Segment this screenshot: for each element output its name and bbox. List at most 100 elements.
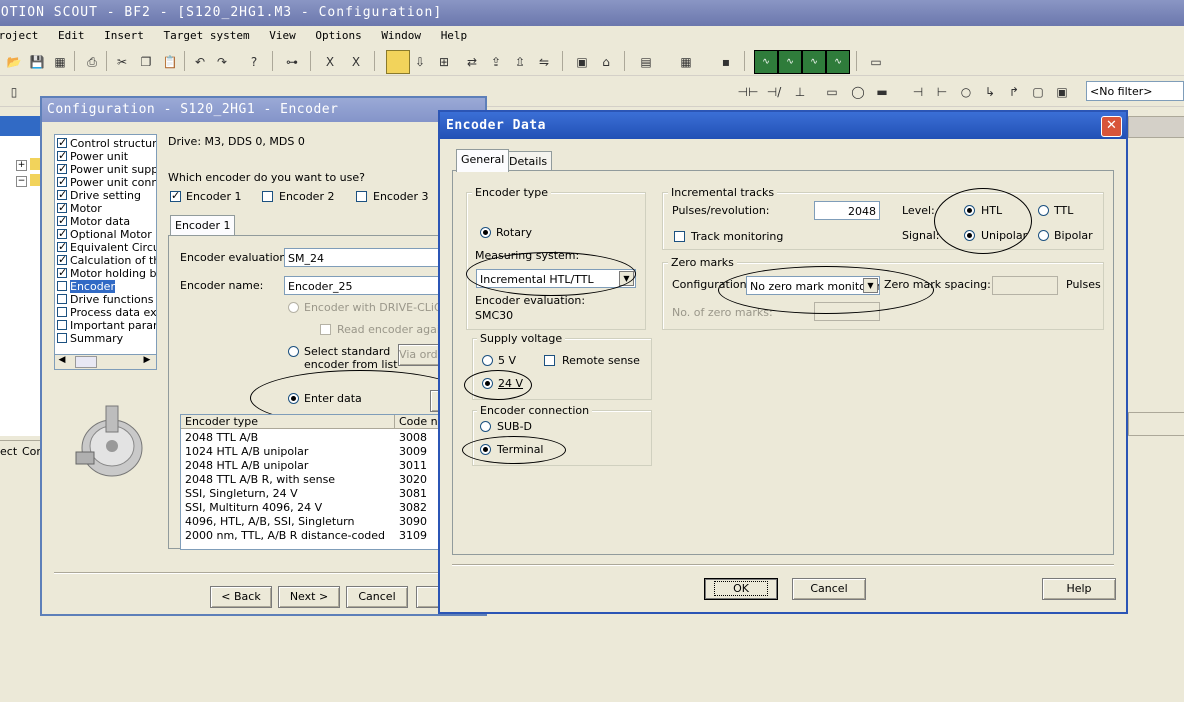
config-step-item[interactable]: Power unit connect bbox=[57, 175, 156, 189]
text-xe-icon[interactable]: X bbox=[344, 50, 368, 74]
online-icon[interactable]: ⊶ bbox=[280, 50, 304, 74]
col-encoder-type[interactable]: Encoder type bbox=[181, 415, 395, 429]
help-context-icon[interactable]: ? bbox=[242, 50, 266, 74]
config-step-item[interactable]: Motor data bbox=[57, 214, 130, 228]
config-step-item[interactable]: Process data exch bbox=[57, 306, 156, 319]
devices-icon[interactable]: ▣ bbox=[570, 50, 594, 74]
page-icon[interactable]: ▯ bbox=[2, 80, 26, 104]
supply-5v-radio[interactable] bbox=[482, 355, 493, 366]
fbd-jump-icon[interactable]: ↳ bbox=[978, 80, 1002, 104]
zero-config-select[interactable]: No zero mark monitoring ▼ bbox=[746, 276, 880, 295]
table-row-type[interactable]: 4096, HTL, A/B, SSI, Singleturn bbox=[185, 515, 354, 529]
table-row-code[interactable]: 3011 bbox=[399, 459, 427, 473]
chevron-down-icon[interactable]: ▼ bbox=[619, 271, 634, 286]
ladder-coil-icon[interactable]: ◯ bbox=[846, 80, 870, 104]
drive-cliq-radio[interactable] bbox=[288, 302, 299, 313]
sub-d-radio[interactable] bbox=[480, 421, 491, 432]
zero-spacing-field[interactable] bbox=[992, 276, 1058, 295]
config-step-item[interactable]: Optional Motor Da bbox=[57, 227, 156, 241]
text-x-icon[interactable]: X bbox=[318, 50, 342, 74]
track-monitoring-checkbox[interactable] bbox=[674, 231, 685, 242]
chevron-down-icon[interactable]: ▼ bbox=[863, 278, 878, 293]
network-icon[interactable]: ⊞ bbox=[432, 50, 456, 74]
help-button[interactable]: Help bbox=[1042, 578, 1116, 600]
copy-icon[interactable]: ❐ bbox=[134, 50, 158, 74]
fbd-return-icon[interactable]: ↱ bbox=[1002, 80, 1026, 104]
project-tree[interactable]: + − bbox=[0, 136, 41, 436]
table-row-code[interactable]: 3020 bbox=[399, 473, 427, 487]
trace-4-icon[interactable]: ∿ bbox=[826, 50, 850, 74]
table-row-type[interactable]: SSI, Multiturn 4096, 24 V bbox=[185, 501, 322, 515]
expand-icon[interactable]: + bbox=[16, 160, 27, 171]
save-icon[interactable]: 💾 bbox=[25, 50, 49, 74]
trace-icon[interactable]: ∿ bbox=[754, 50, 778, 74]
cancel-button[interactable]: Cancel bbox=[792, 578, 866, 600]
redo-icon[interactable]: ↷ bbox=[210, 50, 234, 74]
cut-icon[interactable]: ✂ bbox=[110, 50, 134, 74]
supply-24v-radio[interactable] bbox=[482, 378, 493, 389]
fbd-coil-icon[interactable]: ○ bbox=[954, 80, 978, 104]
pulses-field[interactable]: 2048 bbox=[814, 201, 880, 220]
table-row-type[interactable]: 2048 TTL A/B bbox=[185, 431, 258, 445]
filter-select[interactable]: <No filter> bbox=[1086, 81, 1184, 101]
connect-icon[interactable]: ⇄ bbox=[460, 50, 484, 74]
print-icon[interactable]: ⎙ bbox=[80, 50, 104, 74]
save-compile-icon[interactable]: ▦ bbox=[48, 50, 72, 74]
scroll-thumb[interactable] bbox=[75, 356, 97, 368]
close-icon[interactable]: ✕ bbox=[1101, 116, 1122, 137]
compare-icon[interactable]: ⇋ bbox=[532, 50, 556, 74]
upload-icon[interactable]: ⇫ bbox=[508, 50, 532, 74]
ok-button[interactable]: OK bbox=[704, 578, 778, 600]
zero-count-field[interactable] bbox=[814, 302, 880, 321]
config-cancel-button[interactable]: Cancel bbox=[346, 586, 408, 608]
diagnostics-icon[interactable]: ▪ bbox=[714, 50, 738, 74]
load-icon[interactable]: ⇪ bbox=[484, 50, 508, 74]
scroll-right-icon[interactable]: ▶ bbox=[141, 355, 153, 367]
ladder-branch-icon[interactable]: ⊥ bbox=[788, 80, 812, 104]
table-row-code[interactable]: 3008 bbox=[399, 431, 427, 445]
config-step-item[interactable]: Control structure bbox=[57, 136, 156, 150]
signal-bipolar-radio[interactable] bbox=[1038, 230, 1049, 241]
table-row-type[interactable]: 2048 TTL A/B R, with sense bbox=[185, 473, 335, 487]
config-step-item[interactable]: Power unit bbox=[57, 149, 128, 163]
scroll-left-icon[interactable]: ◀ bbox=[56, 355, 68, 367]
encoder-name-field[interactable]: Encoder_25 bbox=[284, 276, 444, 295]
terminal-radio[interactable] bbox=[480, 444, 491, 455]
rotary-radio[interactable] bbox=[480, 227, 491, 238]
table-row-code[interactable]: 3082 bbox=[399, 501, 427, 515]
config-step-item[interactable]: Important paramet bbox=[57, 319, 156, 332]
menu-target-system[interactable]: Target system bbox=[163, 29, 249, 42]
encoder-3-checkbox[interactable] bbox=[356, 191, 367, 202]
config-step-tree[interactable]: Control structurePower unitPower unit su… bbox=[54, 134, 157, 368]
menu-insert[interactable]: Insert bbox=[104, 29, 144, 42]
enter-data-radio[interactable] bbox=[288, 393, 299, 404]
level-htl-radio[interactable] bbox=[964, 205, 975, 216]
menu-view[interactable]: View bbox=[269, 29, 296, 42]
table-row-type[interactable]: SSI, Singleturn, 24 V bbox=[185, 487, 298, 501]
menu-help[interactable]: Help bbox=[441, 29, 468, 42]
table-row-code[interactable]: 3009 bbox=[399, 445, 427, 459]
right-dropdown[interactable] bbox=[1128, 116, 1184, 138]
grid-icon[interactable]: ▦ bbox=[674, 50, 698, 74]
menu-edit[interactable]: Edit bbox=[58, 29, 85, 42]
standard-encoder-radio[interactable] bbox=[288, 346, 299, 357]
table-row-type[interactable]: 1024 HTL A/B unipolar bbox=[185, 445, 308, 459]
menu-window[interactable]: Window bbox=[381, 29, 421, 42]
home-icon[interactable]: ⌂ bbox=[594, 50, 618, 74]
undo-icon[interactable]: ↶ bbox=[188, 50, 212, 74]
tab-project[interactable]: ect bbox=[0, 445, 17, 458]
evaluation-field[interactable]: SM_24 bbox=[284, 248, 444, 267]
fbd-and-icon[interactable]: ⊣ bbox=[906, 80, 930, 104]
open-icon[interactable]: 📂 bbox=[2, 50, 26, 74]
config-icon[interactable] bbox=[386, 50, 410, 74]
menu-options[interactable]: Options bbox=[315, 29, 361, 42]
table-row-code[interactable]: 3090 bbox=[399, 515, 427, 529]
fbd-or-icon[interactable]: ⊢ bbox=[930, 80, 954, 104]
back-button[interactable]: < Back bbox=[210, 586, 272, 608]
config-step-item[interactable]: Encoder bbox=[57, 280, 115, 293]
trace-3-icon[interactable]: ∿ bbox=[802, 50, 826, 74]
signal-unipolar-radio[interactable] bbox=[964, 230, 975, 241]
collapse-icon[interactable]: − bbox=[16, 176, 27, 187]
col-code[interactable]: Code n bbox=[395, 415, 443, 429]
panel-icon[interactable]: ▤ bbox=[634, 50, 658, 74]
